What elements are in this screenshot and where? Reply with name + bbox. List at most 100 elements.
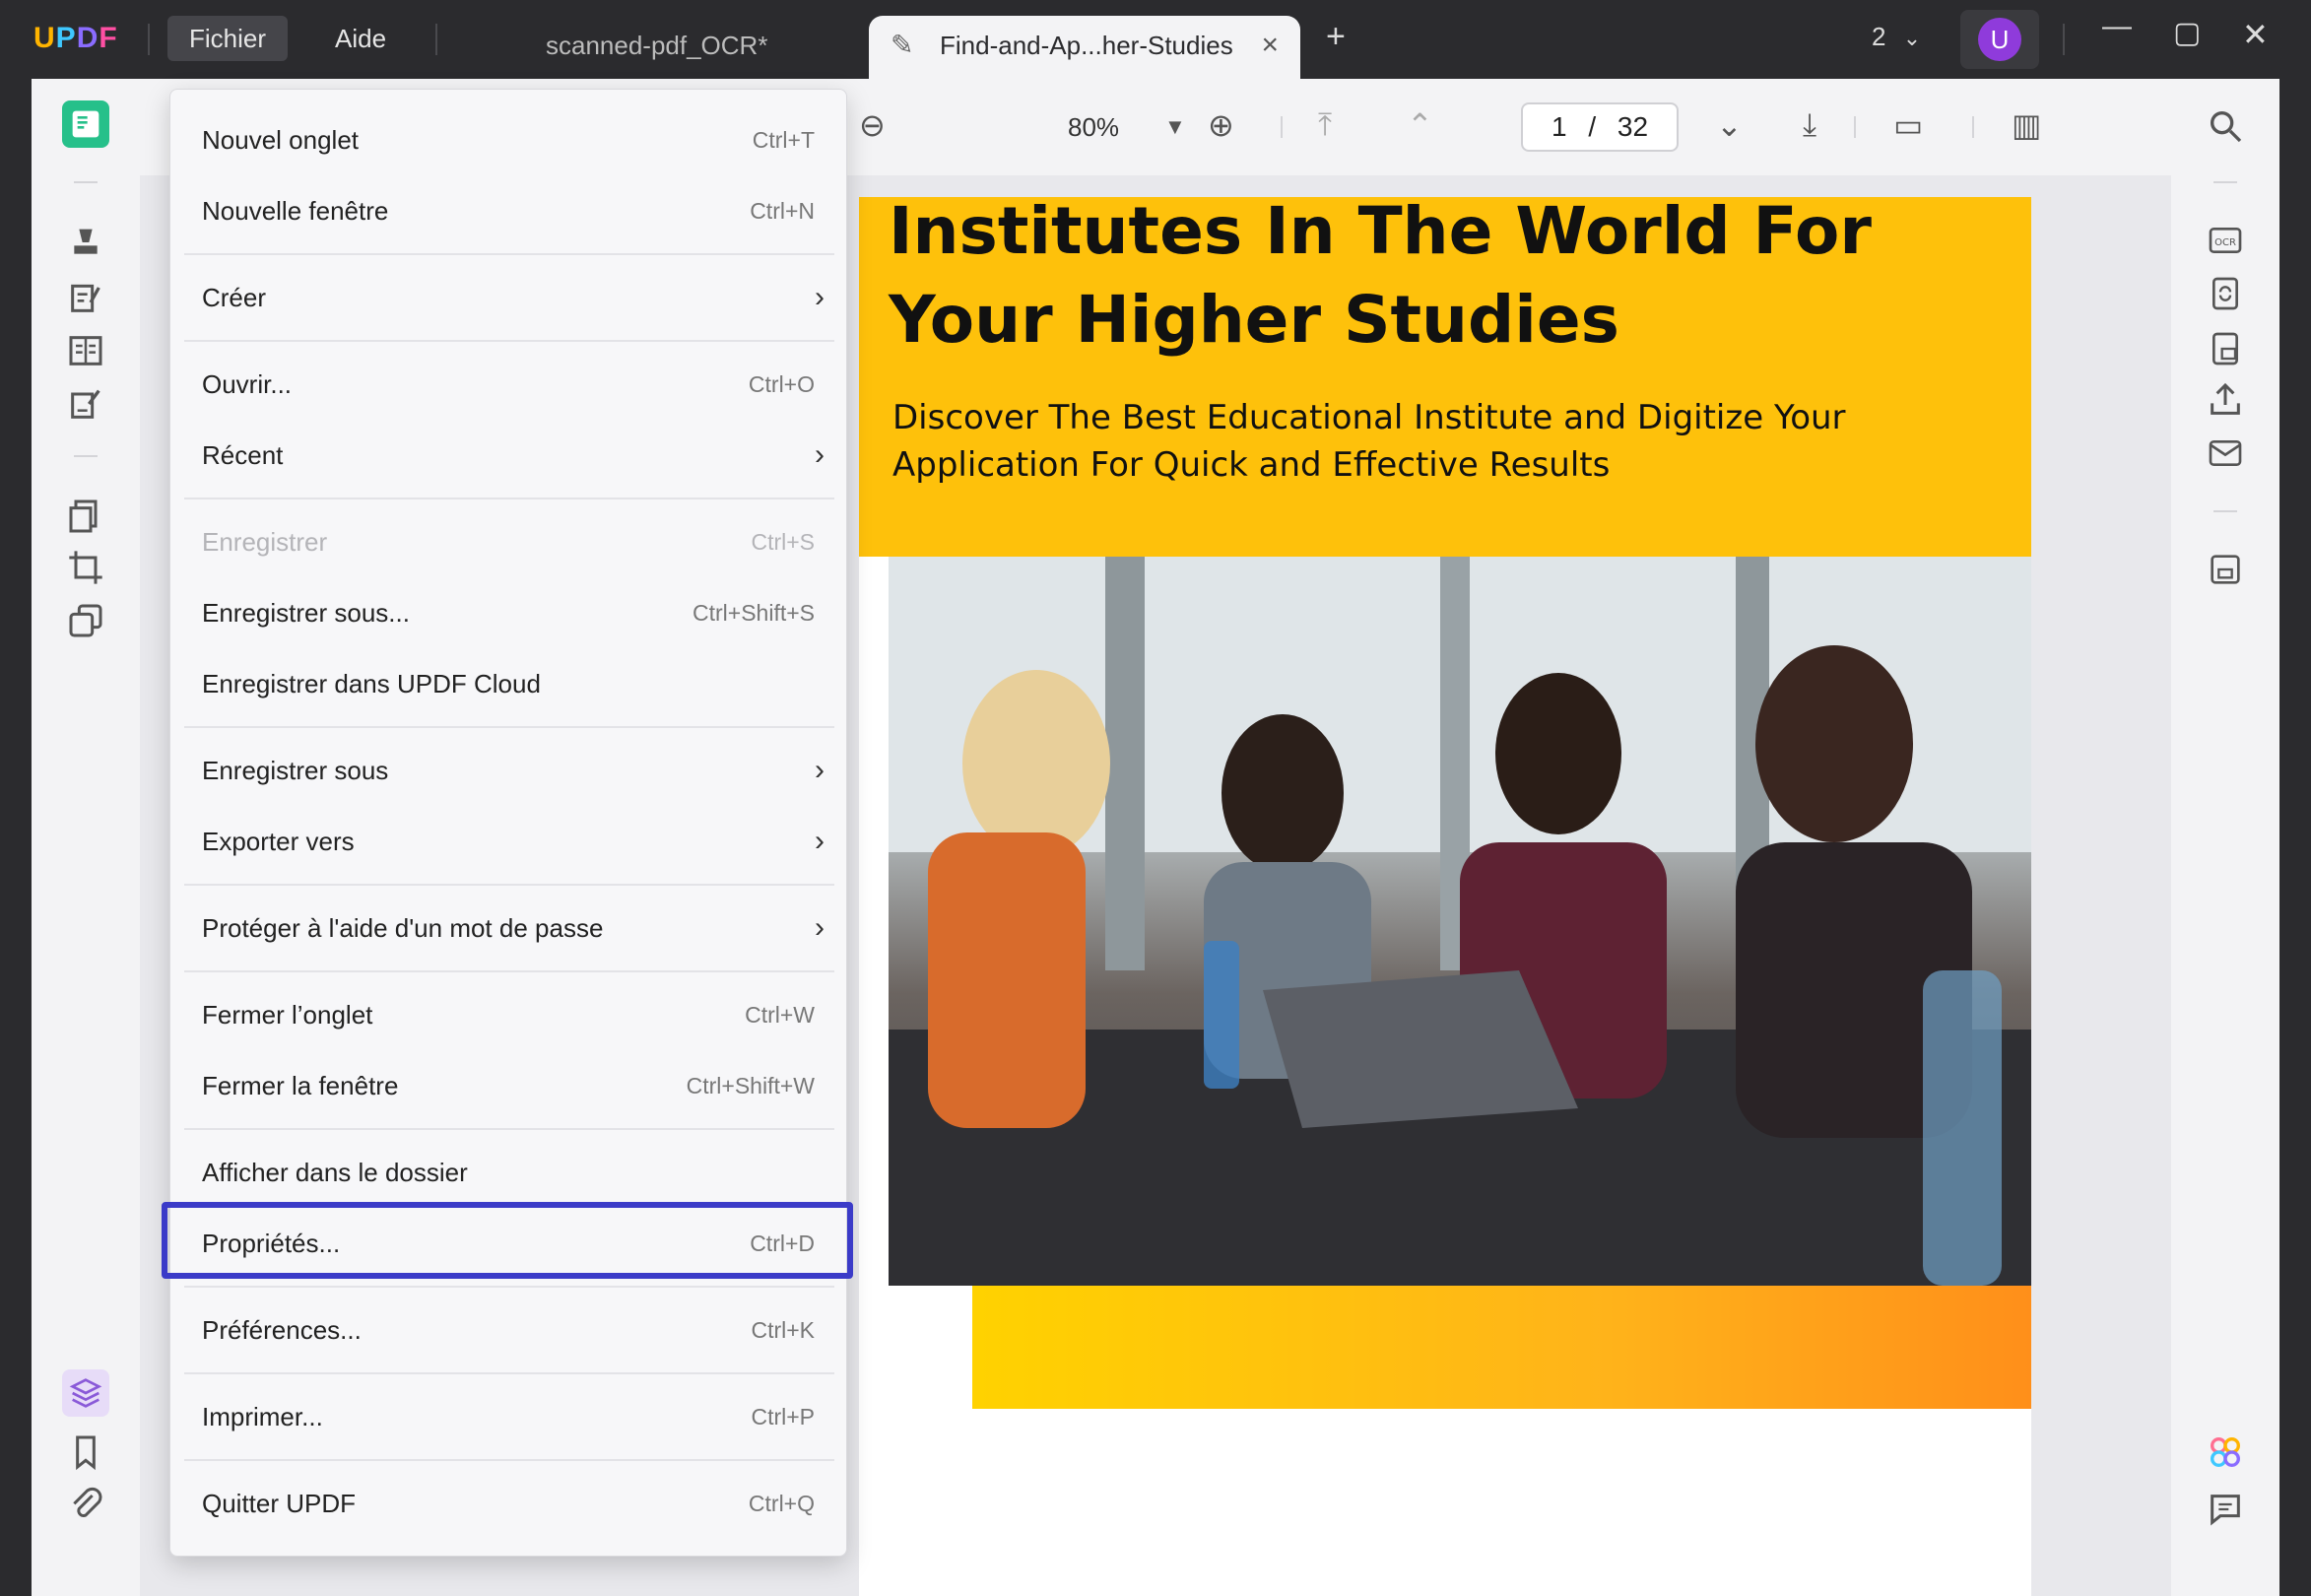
menu-item-new-tab[interactable]: Nouvel onglet Ctrl+T (170, 111, 848, 170)
pdf-page: Institutes In The World For Your Higher … (859, 193, 2031, 1596)
title-separator (435, 24, 437, 55)
bookmark-icon[interactable] (62, 1429, 109, 1476)
window-count[interactable]: 2 ⌄ (1872, 22, 1921, 52)
right-toolbar: OCR (2171, 79, 2279, 1596)
page-separator: / (1588, 111, 1597, 142)
ai-assistant-icon[interactable] (2202, 1429, 2249, 1476)
chevron-down-icon: ⌄ (1902, 26, 1922, 50)
menu-separator (184, 1459, 834, 1461)
menu-item-label: Exporter vers (202, 827, 355, 856)
ocr-icon[interactable]: OCR (2202, 217, 2249, 264)
footer-banner (972, 1286, 2031, 1409)
menu-separator (184, 884, 834, 886)
menu-separator (184, 1128, 834, 1130)
form-icon[interactable] (62, 327, 109, 374)
maximize-icon[interactable]: ▢ (2173, 16, 2201, 50)
zoom-out-icon[interactable]: ⊖ (859, 106, 886, 144)
menu-item-preferences[interactable]: Préférences... Ctrl+K (170, 1301, 848, 1361)
close-window-icon[interactable]: ✕ (2242, 16, 2269, 53)
convert-icon[interactable] (2202, 270, 2249, 317)
total-pages: 32 (1617, 111, 1649, 142)
menu-item-shortcut: Ctrl+N (750, 198, 815, 224)
last-page-icon[interactable]: ⤓ (1803, 106, 1816, 144)
zoom-in-icon[interactable]: ⊕ (1208, 106, 1234, 144)
organize-pages-icon[interactable] (62, 493, 109, 540)
attachment-icon[interactable] (62, 1482, 109, 1529)
crop-icon[interactable] (62, 544, 109, 591)
menu-separator (184, 1286, 834, 1288)
menu-item-close-window[interactable]: Fermer la fenêtre Ctrl+Shift+W (170, 1057, 848, 1116)
menu-item-shortcut: Ctrl+O (748, 371, 815, 397)
tools-icon[interactable] (62, 597, 109, 644)
document-title: Institutes In The World For Your Higher … (889, 193, 1872, 358)
page-number-input[interactable]: 1 / 32 (1521, 102, 1679, 152)
menu-item-save-to-cloud[interactable]: Enregistrer dans UPDF Cloud (170, 655, 848, 714)
menu-item-new-window[interactable]: Nouvelle fenêtre Ctrl+N (170, 182, 848, 241)
menu-item-save-as-submenu[interactable]: Enregistrer sous › (170, 742, 848, 801)
chevron-right-icon: › (815, 825, 825, 857)
hero-banner: Institutes In The World For Your Higher … (859, 193, 2031, 557)
email-icon[interactable] (2202, 430, 2249, 477)
rail-separator (74, 181, 98, 183)
search-icon[interactable] (2202, 102, 2249, 150)
highlighter-icon[interactable] (62, 219, 109, 266)
menu-item-quit[interactable]: Quitter UPDF Ctrl+Q (170, 1475, 848, 1534)
menu-item-label: Fermer la fenêtre (202, 1071, 399, 1100)
menu-item-shortcut: Ctrl+P (751, 1404, 815, 1430)
menu-item-label: Afficher dans le dossier (202, 1158, 468, 1187)
menu-item-export[interactable]: Exporter vers › (170, 813, 848, 872)
menu-item-label: Ouvrir... (202, 369, 293, 399)
toolbar-separator (1854, 116, 1856, 138)
reader-mode-icon[interactable] (62, 100, 109, 148)
svg-text:OCR: OCR (2214, 237, 2236, 248)
file-menu: Nouvel onglet Ctrl+T Nouvelle fenêtre Ct… (169, 89, 847, 1557)
page-layout-icon[interactable]: ▥ (2012, 106, 2041, 144)
menu-item-shortcut: Ctrl+S (751, 529, 815, 555)
menu-item-label: Créer (202, 283, 267, 312)
menu-item-label: Fermer l’onglet (202, 1000, 373, 1030)
menu-item-open[interactable]: Ouvrir... Ctrl+O (170, 356, 848, 415)
previous-page-icon[interactable]: ⌃ (1407, 106, 1433, 144)
minimize-icon[interactable]: — (2102, 10, 2132, 43)
next-page-icon[interactable]: ⌄ (1716, 106, 1743, 144)
share-icon[interactable] (2202, 376, 2249, 424)
sign-icon[interactable] (62, 380, 109, 428)
menu-item-label: Enregistrer (202, 527, 328, 557)
new-tab-icon[interactable]: + (1326, 18, 1346, 56)
menu-item-protect[interactable]: Protéger à l'aide d'un mot de passe › (170, 899, 848, 959)
layers-icon[interactable] (62, 1369, 109, 1417)
slideshow-icon[interactable]: ▭ (1893, 106, 1923, 144)
current-page: 1 (1551, 111, 1567, 142)
comment-icon[interactable] (2202, 1486, 2249, 1533)
chevron-right-icon: › (815, 438, 825, 471)
close-tab-icon[interactable]: × (1261, 16, 1279, 75)
zoom-dropdown-icon[interactable]: ▼ (1164, 114, 1186, 140)
menu-fichier[interactable]: Fichier (167, 16, 289, 61)
menu-aide[interactable]: Aide (313, 16, 408, 61)
menu-item-shortcut: Ctrl+T (752, 127, 815, 153)
zoom-level[interactable]: 80% (1068, 112, 1119, 143)
menu-separator (184, 253, 834, 255)
menu-item-show-in-folder[interactable]: Afficher dans le dossier (170, 1144, 848, 1203)
tab-scanned-pdf[interactable]: scanned-pdf_OCR* (463, 16, 857, 79)
menu-item-save-as[interactable]: Enregistrer sous... Ctrl+Shift+S (170, 584, 848, 643)
menu-item-close-tab[interactable]: Fermer l’onglet Ctrl+W (170, 986, 848, 1045)
menu-item-label: Imprimer... (202, 1402, 323, 1431)
menu-item-recent[interactable]: Récent › (170, 427, 848, 486)
menu-item-print[interactable]: Imprimer... Ctrl+P (170, 1388, 848, 1447)
tab-find-and-apply[interactable]: ✎ Find-and-Ap...her-Studies × (869, 16, 1300, 79)
menu-item-create[interactable]: Créer › (170, 269, 848, 328)
menu-item-label: Enregistrer sous (202, 756, 389, 785)
chevron-right-icon: › (815, 754, 825, 786)
menu-separator (184, 1372, 834, 1374)
avatar[interactable]: U (1978, 18, 2021, 61)
menu-item-shortcut: Ctrl+Q (748, 1491, 815, 1516)
menu-item-label: Enregistrer dans UPDF Cloud (202, 669, 541, 698)
save-icon[interactable] (2202, 546, 2249, 593)
menu-item-label: Nouvel onglet (202, 125, 359, 155)
edit-off-icon: ✎ (891, 30, 914, 60)
first-page-icon[interactable]: ⤒ (1318, 106, 1332, 144)
menu-separator (184, 340, 834, 342)
edit-pdf-icon[interactable] (62, 274, 109, 321)
protect-icon[interactable] (2202, 325, 2249, 372)
